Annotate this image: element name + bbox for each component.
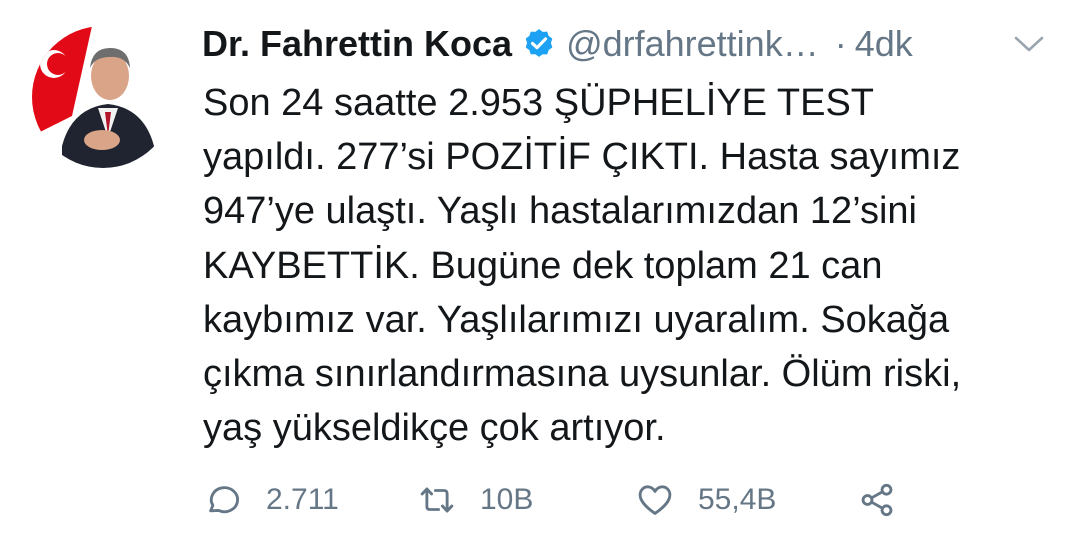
tweet-text-line: kaybımız var. Yaşlılarımızı uyaralım. So… bbox=[203, 298, 950, 341]
retweet-icon bbox=[420, 487, 454, 513]
avatar-image bbox=[32, 26, 174, 168]
chevron-down-icon[interactable] bbox=[1012, 32, 1046, 56]
tweet-text-line: yapıldı. 277’si POZİTİF ÇIKTI. Hasta say… bbox=[203, 136, 961, 179]
tweet-card[interactable]: Dr. Fahrettin Koca @drfahrettink… · 4dk … bbox=[0, 0, 1080, 539]
tweet-text-line: yaş yükseldikçe çok artıyor. bbox=[203, 407, 666, 450]
tweet-actions: 2.711 10B 55,4B bbox=[0, 472, 1080, 528]
tweet-text-line: KAYBETTİK. Bugüne dek toplam 21 can bbox=[203, 244, 883, 287]
author-name[interactable]: Dr. Fahrettin Koca bbox=[202, 23, 512, 65]
tweet-text-line: Son 24 saatte 2.953 ŞÜPHELİYE TEST bbox=[203, 82, 875, 124]
tweet-text-line: çıkma sınırlandırmasına uysunlar. Ölüm r… bbox=[203, 353, 962, 396]
tweet-text-line: 947’ye ulaştı. Yaşlı hastalarımızdan 12’… bbox=[203, 190, 917, 233]
tweet-timestamp[interactable]: 4dk bbox=[855, 23, 913, 65]
author-handle[interactable]: @drfahrettink… bbox=[566, 23, 819, 65]
like-count: 55,4B bbox=[698, 483, 777, 516]
verified-badge-icon bbox=[525, 29, 553, 57]
tweet-header: Dr. Fahrettin Koca @drfahrettink… · 4dk bbox=[202, 20, 913, 68]
retweet-count: 10B bbox=[480, 483, 534, 516]
reply-count: 2.711 bbox=[266, 483, 339, 516]
retweet-button[interactable]: 10B bbox=[418, 472, 533, 528]
reply-icon bbox=[209, 486, 239, 514]
like-button[interactable]: 55,4B bbox=[636, 472, 776, 528]
share-icon bbox=[861, 483, 893, 517]
reply-button[interactable]: 2.711 bbox=[204, 472, 339, 528]
tweet-text: Son 24 saatte 2.953 ŞÜPHELİYE TEST yapıl… bbox=[203, 76, 1053, 455]
heart-icon bbox=[638, 485, 672, 515]
avatar[interactable] bbox=[32, 26, 174, 168]
share-button[interactable] bbox=[858, 472, 896, 528]
separator-dot: · bbox=[834, 23, 847, 64]
